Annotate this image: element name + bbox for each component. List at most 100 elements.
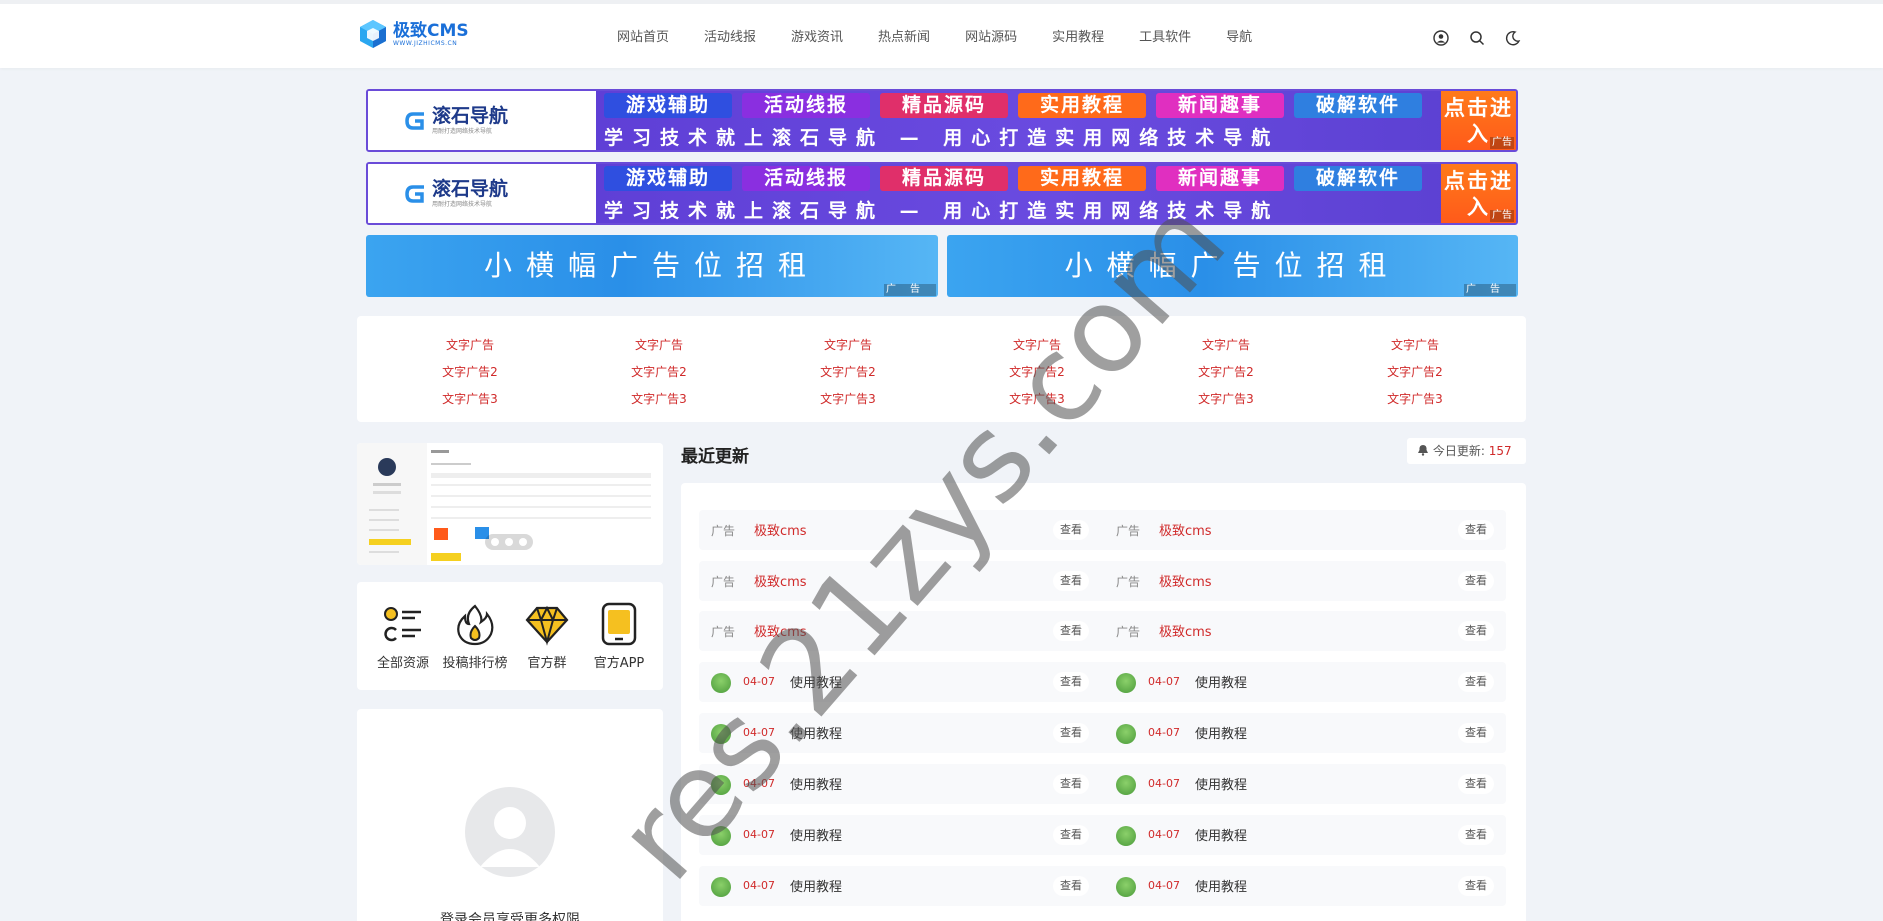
- list-item[interactable]: 04-07 使用教程 查看: [699, 713, 1101, 753]
- item-title[interactable]: 极致cms: [1159, 520, 1212, 539]
- nav-item-tutorials[interactable]: 实用教程: [1052, 26, 1104, 45]
- item-title[interactable]: 使用教程: [790, 876, 842, 895]
- list-item[interactable]: 广告 极致cms 查看: [699, 611, 1101, 651]
- small-ad-banner-2[interactable]: 小横幅广告位招租 广告: [947, 235, 1518, 297]
- nav-item-source-code[interactable]: 网站源码: [965, 26, 1017, 45]
- item-title[interactable]: 使用教程: [1195, 876, 1247, 895]
- ad-banner-1[interactable]: 滚石导航 用耐打造网络技术导航 游戏辅助 活动线报 精品源码 实用教程 新闻趣事…: [366, 89, 1518, 152]
- view-button[interactable]: 查看: [1053, 520, 1089, 540]
- text-ad-link[interactable]: 文字广告2: [1166, 359, 1286, 386]
- text-ad-link[interactable]: 文字广告3: [1355, 386, 1475, 413]
- view-button[interactable]: 查看: [1458, 876, 1494, 896]
- list-item[interactable]: 04-07 使用教程 查看: [699, 815, 1101, 855]
- logo-title: 极致CMS: [393, 20, 469, 41]
- banner-tag: 游戏辅助: [604, 166, 732, 191]
- main-nav: 网站首页 活动线报 游戏资讯 热点新闻 网站源码 实用教程 工具软件 导航: [617, 26, 1287, 45]
- item-title[interactable]: 极致cms: [1159, 571, 1212, 590]
- bell-icon: [1417, 439, 1429, 465]
- text-ad-link[interactable]: 文字广告3: [788, 386, 908, 413]
- moon-icon[interactable]: [1505, 30, 1521, 46]
- item-title[interactable]: 极致cms: [1159, 621, 1212, 640]
- quick-link-all-resources[interactable]: 全部资源: [367, 602, 439, 671]
- item-title[interactable]: 使用教程: [1195, 825, 1247, 844]
- quick-links-panel: 全部资源 投稿排行榜 官方群 官方APP: [357, 582, 663, 690]
- text-ad-link[interactable]: 文字广告2: [599, 359, 719, 386]
- ad-label: 广告: [711, 625, 736, 639]
- view-button[interactable]: 查看: [1053, 672, 1089, 692]
- list-item[interactable]: 广告 极致cms 查看: [1104, 611, 1506, 651]
- list-item[interactable]: 广告 极致cms 查看: [699, 510, 1101, 550]
- list-item[interactable]: 04-07 使用教程 查看: [1104, 815, 1506, 855]
- banner-brand-sub: 用耐打造网络技术导航: [432, 128, 493, 135]
- view-button[interactable]: 查看: [1053, 723, 1089, 743]
- search-icon[interactable]: [1469, 30, 1485, 46]
- view-button[interactable]: 查看: [1458, 621, 1494, 641]
- nav-item-navigation[interactable]: 导航: [1226, 26, 1252, 45]
- nav-item-home[interactable]: 网站首页: [617, 26, 669, 45]
- small-ad-banner-1[interactable]: 小横幅广告位招租 广告: [366, 235, 938, 297]
- list-item[interactable]: 04-07 使用教程 查看: [699, 866, 1101, 906]
- nav-item-hot-news[interactable]: 热点新闻: [878, 26, 930, 45]
- text-ad-link[interactable]: 文字广告: [1166, 332, 1286, 359]
- list-item[interactable]: 04-07 使用教程 查看: [699, 662, 1101, 702]
- text-ad-link[interactable]: 文字广告: [788, 332, 908, 359]
- nav-item-tools[interactable]: 工具软件: [1139, 26, 1191, 45]
- text-ad-link[interactable]: 文字广告3: [410, 386, 530, 413]
- list-item[interactable]: 广告 极致cms 查看: [1104, 510, 1506, 550]
- item-title[interactable]: 使用教程: [790, 825, 842, 844]
- author-avatar: [711, 877, 731, 897]
- list-row: 04-07 使用教程 查看 04-07 使用教程 查看: [699, 866, 1506, 906]
- nav-item-game-news[interactable]: 游戏资讯: [791, 26, 843, 45]
- list-item[interactable]: 04-07 使用教程 查看: [699, 764, 1101, 804]
- view-button[interactable]: 查看: [1458, 672, 1494, 692]
- view-button[interactable]: 查看: [1458, 774, 1494, 794]
- text-ad-link[interactable]: 文字广告: [977, 332, 1097, 359]
- text-ad-link[interactable]: 文字广告2: [1355, 359, 1475, 386]
- item-title[interactable]: 使用教程: [1195, 672, 1247, 691]
- text-ad-link[interactable]: 文字广告: [599, 332, 719, 359]
- item-title[interactable]: 使用教程: [1195, 723, 1247, 742]
- view-button[interactable]: 查看: [1458, 520, 1494, 540]
- item-title[interactable]: 使用教程: [790, 672, 842, 691]
- view-button[interactable]: 查看: [1458, 571, 1494, 591]
- text-ad-link[interactable]: 文字广告3: [1166, 386, 1286, 413]
- site-logo[interactable]: 极致CMS WWW.JIZHICMS.CN: [357, 16, 469, 52]
- user-icon[interactable]: [1433, 30, 1449, 46]
- login-prompt[interactable]: 登录会员享受更多权限: [357, 909, 663, 921]
- view-button[interactable]: 查看: [1458, 723, 1494, 743]
- ad-banner-2[interactable]: 滚石导航 用耐打造网络技术导航 游戏辅助 活动线报 精品源码 实用教程 新闻趣事…: [366, 162, 1518, 225]
- item-title[interactable]: 极致cms: [754, 621, 807, 640]
- item-title[interactable]: 极致cms: [754, 520, 807, 539]
- text-ad-link[interactable]: 文字广告2: [977, 359, 1097, 386]
- nav-item-activities[interactable]: 活动线报: [704, 26, 756, 45]
- item-title[interactable]: 极致cms: [754, 571, 807, 590]
- list-item[interactable]: 广告 极致cms 查看: [1104, 561, 1506, 601]
- text-ad-link[interactable]: 文字广告3: [977, 386, 1097, 413]
- view-button[interactable]: 查看: [1458, 825, 1494, 845]
- view-button[interactable]: 查看: [1053, 621, 1089, 641]
- text-ad-link[interactable]: 文字广告: [1355, 332, 1475, 359]
- view-button[interactable]: 查看: [1053, 774, 1089, 794]
- ad-mark: 广告: [884, 284, 936, 296]
- banner-tag: 游戏辅助: [604, 93, 732, 118]
- list-item[interactable]: 广告 极致cms 查看: [699, 561, 1101, 601]
- quick-link-official-app[interactable]: 官方APP: [583, 602, 655, 671]
- list-item[interactable]: 04-07 使用教程 查看: [1104, 866, 1506, 906]
- quick-link-ranking[interactable]: 投稿排行榜: [439, 602, 511, 671]
- view-button[interactable]: 查看: [1053, 825, 1089, 845]
- list-item[interactable]: 04-07 使用教程 查看: [1104, 764, 1506, 804]
- text-ad-link[interactable]: 文字广告2: [410, 359, 530, 386]
- text-ad-link[interactable]: 文字广告3: [599, 386, 719, 413]
- list-row: 04-07 使用教程 查看 04-07 使用教程 查看: [699, 764, 1506, 804]
- view-button[interactable]: 查看: [1053, 876, 1089, 896]
- list-item[interactable]: 04-07 使用教程 查看: [1104, 713, 1506, 753]
- quick-link-official-group[interactable]: 官方群: [511, 602, 583, 671]
- sidebar-slider[interactable]: [357, 443, 663, 565]
- list-item[interactable]: 04-07 使用教程 查看: [1104, 662, 1506, 702]
- item-title[interactable]: 使用教程: [1195, 774, 1247, 793]
- item-title[interactable]: 使用教程: [790, 774, 842, 793]
- text-ad-link[interactable]: 文字广告: [410, 332, 530, 359]
- text-ad-link[interactable]: 文字广告2: [788, 359, 908, 386]
- view-button[interactable]: 查看: [1053, 571, 1089, 591]
- item-title[interactable]: 使用教程: [790, 723, 842, 742]
